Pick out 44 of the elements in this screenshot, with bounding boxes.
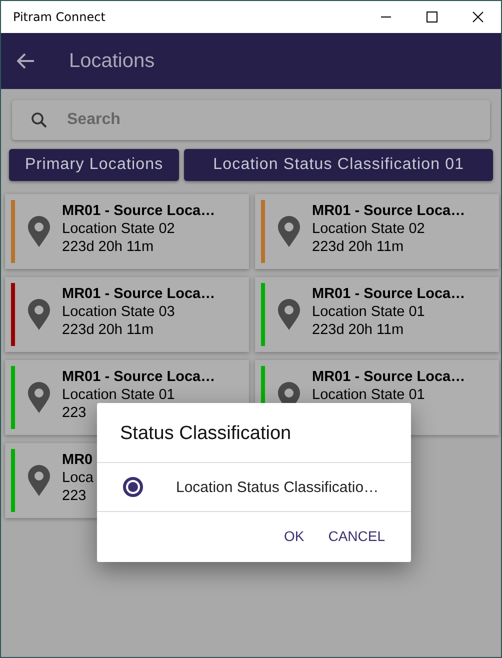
search-bar[interactable]: Search	[12, 100, 490, 140]
arrow-left-icon	[17, 53, 35, 69]
location-duration: 223	[62, 404, 88, 422]
location-state: Location State 02	[312, 220, 426, 238]
location-name: MR01 - Source Loca…	[62, 285, 216, 303]
location-state: Location State 01	[62, 386, 176, 404]
search-icon	[31, 112, 47, 128]
maximize-icon	[426, 11, 438, 23]
close-icon	[472, 11, 484, 23]
location-state: Location State 01	[312, 386, 426, 404]
location-name: MR01 - Source Loca…	[312, 368, 466, 386]
location-duration: 223d 20h 11m	[62, 238, 155, 256]
search-field[interactable]: Search	[65, 110, 449, 130]
ok-button[interactable]: OK	[274, 522, 314, 550]
location-name: MR0	[62, 451, 94, 469]
map-pin-icon	[28, 216, 50, 247]
map-pin-icon	[278, 216, 300, 247]
location-duration: 223d 20h 11m	[312, 238, 405, 256]
location-duration: 223d 20h 11m	[62, 321, 155, 339]
location-card[interactable]: MR01 - Source Loca… Location State 03 223d 20h 11m	[5, 277, 249, 352]
page-title: Locations	[69, 50, 155, 72]
location-name: MR01 - Source Loca…	[62, 202, 216, 220]
location-duration: 223	[62, 487, 88, 505]
radio-button[interactable]	[123, 477, 143, 497]
filter-chip[interactable]: Location Status Classification 01	[184, 149, 493, 181]
location-card[interactable]: MR01 - Source Loca… Location State 02 223d 20h 11m	[255, 194, 499, 269]
map-pin-icon	[278, 299, 300, 330]
window-title: Pitram Connect	[13, 10, 106, 24]
location-name: MR01 - Source Loca…	[312, 285, 466, 303]
location-name: MR01 - Source Loca…	[62, 368, 216, 386]
option-label: Location Status Classificatio…	[176, 478, 379, 496]
cancel-button[interactable]: CANCEL	[318, 522, 395, 550]
location-card[interactable]: MR01 - Source Loca… Location State 01 223d 20h 11m	[255, 277, 499, 352]
map-pin-icon	[28, 382, 50, 413]
location-state: Location State 03	[62, 303, 176, 321]
location-state: Loca	[62, 469, 94, 487]
location-state: Location State 02	[62, 220, 176, 238]
location-card[interactable]: MR01 - Source Loca… Location State 02 223d 20h 11m	[5, 194, 249, 269]
map-pin-icon	[28, 465, 50, 496]
location-name: MR01 - Source Loca…	[312, 202, 466, 220]
location-duration: 223d 20h 11m	[312, 321, 405, 339]
map-pin-icon	[28, 299, 50, 330]
location-state: Location State 01	[312, 303, 426, 321]
filter-chip[interactable]: Primary Locations	[9, 149, 180, 181]
